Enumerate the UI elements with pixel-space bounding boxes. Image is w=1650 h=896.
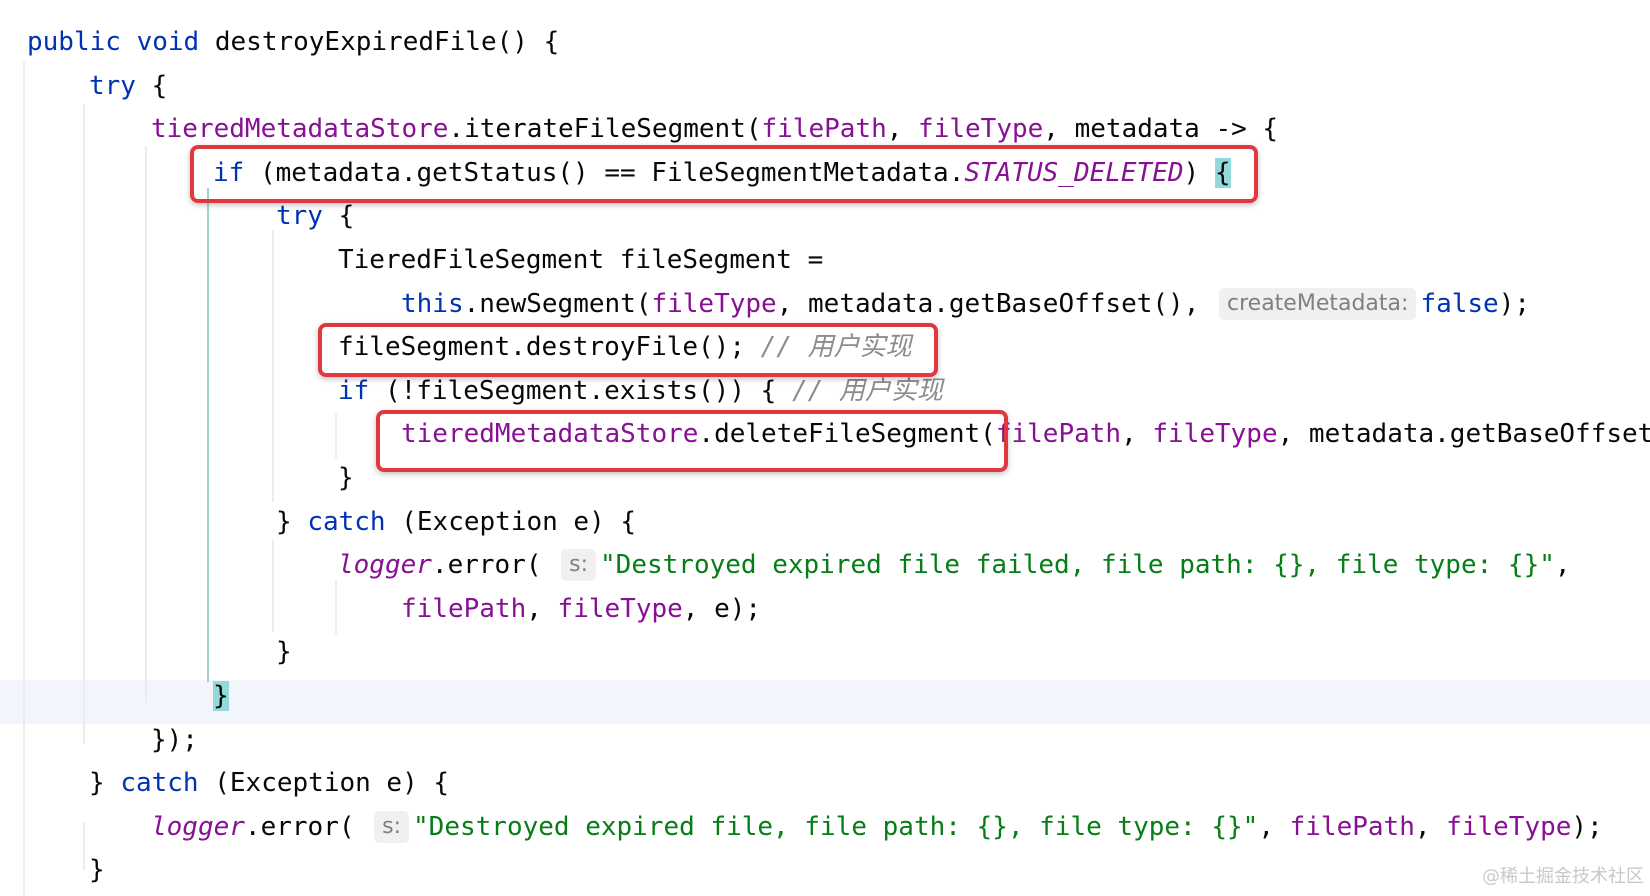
code-token: destroyExpiredFile() {	[199, 27, 560, 57]
code-token: filePath	[995, 419, 1122, 450]
code-editor[interactable]: public void destroyExpiredFile() {try {t…	[0, 0, 1650, 896]
code-token: (!fileSegment.exists()) {	[369, 375, 792, 406]
code-text: }	[89, 848, 105, 892]
code-token: "Destroyed expired file, file path: {}, …	[413, 811, 1259, 842]
parameter-hint: s:	[561, 549, 597, 582]
code-token: TieredFileSegment fileSegment =	[338, 245, 824, 275]
code-token: }	[213, 681, 229, 711]
code-token: }	[338, 463, 354, 493]
code-token: );	[1571, 811, 1603, 842]
code-text: TieredFileSegment fileSegment =	[338, 238, 823, 282]
indent-guide	[83, 822, 85, 870]
code-text: }	[276, 630, 292, 674]
code-token: filePath	[761, 114, 887, 145]
code-token: ,	[886, 114, 919, 145]
indent-guide	[272, 540, 274, 632]
code-token: filePath	[401, 593, 527, 624]
parameter-hint: s:	[374, 810, 410, 843]
code-text: }	[213, 674, 229, 718]
code-token: fileType	[1446, 811, 1572, 842]
code-text: logger.error( s: "Destroyed expired file …	[338, 543, 1571, 587]
highlight-box-status-check	[190, 145, 1258, 203]
code-token: fileType	[1152, 419, 1278, 450]
indent-guide	[272, 230, 274, 502]
code-token: filePath	[1289, 811, 1415, 842]
code-token: , e);	[682, 593, 762, 624]
code-token: ,	[1121, 419, 1153, 450]
code-token: .iterateFileSegment(	[448, 114, 762, 145]
code-token: {	[135, 70, 168, 101]
code-token: , metadata -> {	[1043, 114, 1279, 145]
code-token: // 用户实现	[791, 375, 943, 406]
code-token: );	[1498, 288, 1531, 319]
code-token: (Exception e) {	[198, 768, 450, 799]
code-text: logger.error( s: "Destroyed expired file,…	[151, 805, 1603, 849]
code-token: }	[89, 855, 105, 886]
code-token: try	[276, 201, 323, 232]
code-token: if	[338, 375, 370, 406]
code-token: (Exception e) {	[385, 506, 637, 537]
code-token: try	[89, 70, 136, 101]
indent-guide	[335, 580, 337, 634]
code-token: ,	[526, 593, 558, 624]
code-text: } catch (Exception e) {	[276, 500, 636, 544]
code-token: this	[401, 288, 464, 319]
code-token: ,	[1258, 811, 1290, 842]
code-token: });	[151, 724, 198, 755]
highlight-box-delete-segment	[376, 410, 1008, 472]
indent-guide	[83, 104, 85, 744]
code-token: , metadata.getBaseOffset	[1277, 419, 1650, 450]
code-token: catch	[120, 768, 199, 799]
code-token: tieredMetadataStore	[151, 114, 449, 145]
code-token: logger	[338, 550, 432, 581]
code-token: catch	[307, 506, 386, 537]
code-token: ,	[1554, 550, 1571, 581]
highlight-box-destroy-file	[318, 323, 938, 377]
watermark: @稀土掘金技术社区	[1482, 866, 1644, 887]
code-token: logger	[151, 811, 245, 842]
code-token: fileType	[557, 593, 683, 624]
code-text: try {	[89, 64, 167, 108]
code-token: }	[276, 637, 292, 668]
code-token: void	[136, 27, 200, 57]
code-text: filePath, fileType, e);	[401, 587, 761, 631]
code-text: } catch (Exception e) {	[89, 761, 449, 805]
code-token: fileType	[651, 288, 777, 319]
code-text: }	[338, 456, 354, 500]
parameter-hint: createMetadata:	[1219, 287, 1417, 320]
code-text: public void destroyExpiredFile() {	[27, 20, 559, 64]
code-token: .error(	[244, 811, 371, 842]
code-token: .newSegment(	[463, 288, 652, 319]
code-token: "Destroyed expired file failed, file pat…	[600, 550, 1555, 581]
code-token: }	[89, 768, 121, 799]
code-text: this.newSegment(fileType, metadata.getBa…	[401, 282, 1530, 326]
code-token: public	[27, 27, 121, 57]
code-token: , metadata.getBaseOffset(),	[776, 288, 1215, 319]
current-line-highlight	[0, 680, 1650, 724]
code-token: false	[1420, 288, 1499, 319]
indent-guide	[335, 414, 337, 458]
indent-guide	[23, 62, 25, 896]
code-token: ,	[1414, 811, 1447, 842]
code-token: }	[276, 506, 308, 537]
code-token: .error(	[431, 550, 558, 581]
code-text: });	[151, 718, 198, 762]
code-token: fileType	[918, 114, 1044, 145]
indent-guide-active	[207, 188, 209, 682]
indent-guide	[145, 146, 147, 702]
code-token: {	[322, 201, 355, 232]
